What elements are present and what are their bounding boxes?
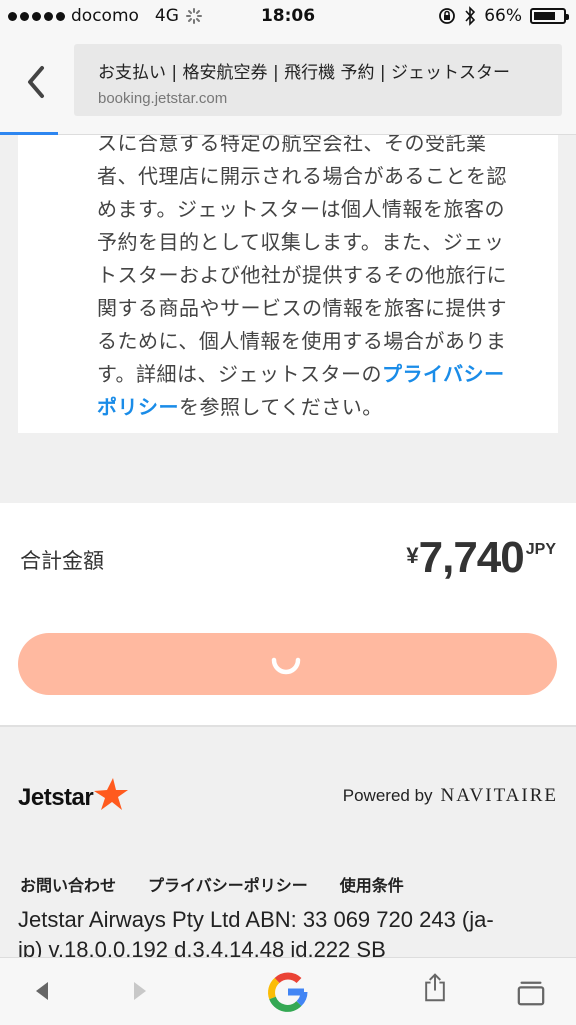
total-section: 合計金額 ¥ 7,740 JPY (0, 503, 576, 727)
company-line: Jetstar Airways Pty Ltd ABN: 33 069 720 … (18, 907, 494, 932)
terms-card: スに合意する特定の航空会社、その受託業 者、代理店に開示される場合があることを認… (18, 135, 558, 433)
currency-unit: JPY (525, 541, 556, 558)
total-label: 合計金額 (20, 549, 104, 573)
back-icon[interactable] (22, 62, 52, 102)
terms-line: スに合意する特定の航空会社、その受託業 (97, 135, 487, 155)
pay-button[interactable] (18, 633, 557, 695)
footer: Jetstar Powered by NAVITAIRE お問い合わせ プライバ… (0, 727, 576, 957)
logo-text: Jetstar (18, 784, 94, 811)
terms-section: スに合意する特定の航空会社、その受託業 者、代理店に開示される場合があることを認… (0, 135, 576, 503)
terms-line: 関する商品やサービスの情報を旅客に提供す (97, 296, 507, 320)
terms-line: ポリシーを参照してください。 (97, 391, 549, 424)
battery-icon (530, 8, 569, 24)
battery-percent: 66% (484, 6, 522, 26)
share-icon[interactable] (420, 972, 450, 1002)
currency-symbol: ¥ (406, 543, 419, 568)
amount-value: 7,740 (418, 533, 525, 582)
powered-by: Powered by NAVITAIRE (343, 785, 558, 807)
page-url: booking.jetstar.com (98, 90, 228, 107)
contact-link[interactable]: お問い合わせ (20, 872, 116, 896)
star-icon (94, 778, 129, 810)
rotation-lock-icon (439, 8, 456, 24)
terms-line: るために、個人情報を使用する場合がありま (97, 329, 507, 353)
terms-text-segment: す。詳細は、ジェットスターの (97, 362, 382, 386)
total-amount: ¥ 7,740 JPY (406, 533, 556, 583)
privacy-link[interactable]: プライバシーポリシー (148, 872, 308, 896)
terms-text: スに合意する特定の航空会社、その受託業 者、代理店に開示される場合があることを認… (97, 135, 549, 424)
tabs-icon[interactable] (516, 978, 546, 1008)
company-info: Jetstar Airways Pty Ltd ABN: 33 069 720 … (18, 905, 576, 957)
back-arrow-icon[interactable] (28, 976, 58, 1006)
bluetooth-icon (465, 6, 476, 26)
status-right: 66% (438, 6, 569, 26)
google-icon[interactable] (264, 968, 312, 1016)
privacy-policy-link[interactable]: プライバシー (382, 362, 505, 386)
status-bar: docomo 4G 18:06 66% (0, 0, 576, 34)
terms-line: す。詳細は、ジェットスターのプライバシー (97, 358, 549, 391)
terms-line: 者、代理店に開示される場合があることを認 (97, 164, 507, 188)
loading-spinner-icon (271, 657, 301, 675)
jetstar-logo[interactable]: Jetstar (18, 778, 129, 813)
privacy-policy-link-cont[interactable]: ポリシー (97, 395, 179, 419)
footer-links: お問い合わせ プライバシーポリシー 使用条件 (20, 872, 404, 896)
powered-by-label: Powered by (342, 786, 433, 805)
forward-arrow-icon[interactable] (124, 976, 154, 1006)
browser-toolbar (0, 957, 576, 1025)
company-line: jp) v.18.0.0.192 d.3.4.14.48 id.222 SB (18, 937, 386, 957)
address-bar[interactable]: お支払い | 格安航空券 | 飛行機 予約 | ジェットスター booking.… (74, 44, 562, 116)
page-title: お支払い | 格安航空券 | 飛行機 予約 | ジェットスター (98, 63, 511, 83)
terms-link[interactable]: 使用条件 (340, 872, 404, 896)
navitaire-logo: NAVITAIRE (440, 785, 558, 806)
terms-line: めます。ジェットスターは個人情報を旅客の (97, 197, 505, 221)
terms-line: 予約を目的として収集します。また、ジェッ (97, 230, 505, 254)
terms-text-segment: を参照してください。 (179, 395, 383, 419)
browser-header: お支払い | 格安航空券 | 飛行機 予約 | ジェットスター booking.… (0, 34, 576, 135)
terms-line: トスターおよび他社が提供するその他旅行に (97, 263, 507, 287)
